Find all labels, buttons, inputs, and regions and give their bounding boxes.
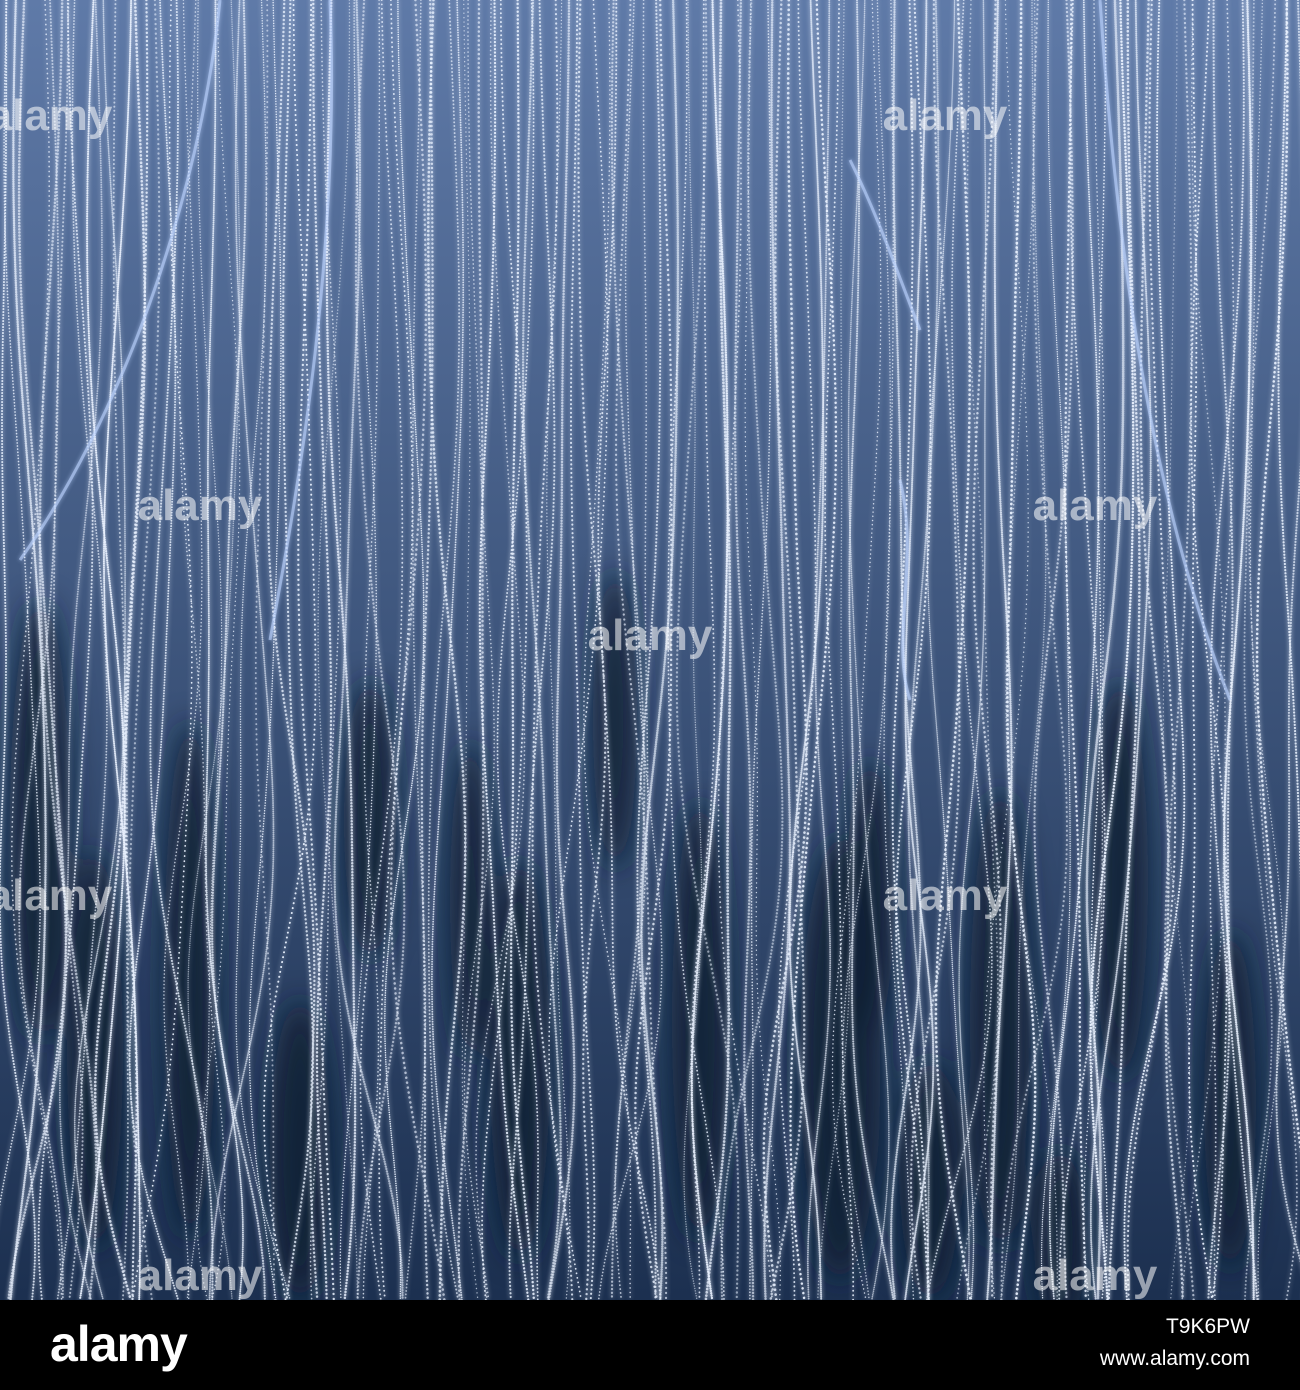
shadow-gap [1204, 930, 1256, 1270]
footer-bar: alamy T9K6PW www.alamy.com [0, 1300, 1300, 1390]
watermark-text: alamy [883, 91, 1008, 140]
watermark-text: alamy [138, 1251, 263, 1300]
watermark-text: alamy [138, 481, 263, 530]
watermark-text: alamy [588, 611, 713, 660]
site-url-label: www.alamy.com [1099, 1347, 1250, 1370]
image-id-label: T9K6PW [1165, 1315, 1250, 1338]
watermark-text: alamy [1033, 481, 1158, 530]
shadow-gap [490, 860, 550, 1260]
shadow-gap [900, 1060, 960, 1300]
watermark-text: alamy [1033, 1251, 1158, 1300]
brand-logo: alamy [50, 1316, 188, 1372]
watermark-text: alamy [883, 871, 1008, 920]
image-stage: alamy alamy alamy alamy alamy alamy alamy alamy… [0, 0, 1300, 1390]
watermark-text: alamy [0, 871, 113, 920]
particle-wave-artwork: alamy alamy alamy alamy alamy alamy alamy alamy… [0, 0, 1300, 1300]
watermark-text: alamy [0, 91, 113, 140]
